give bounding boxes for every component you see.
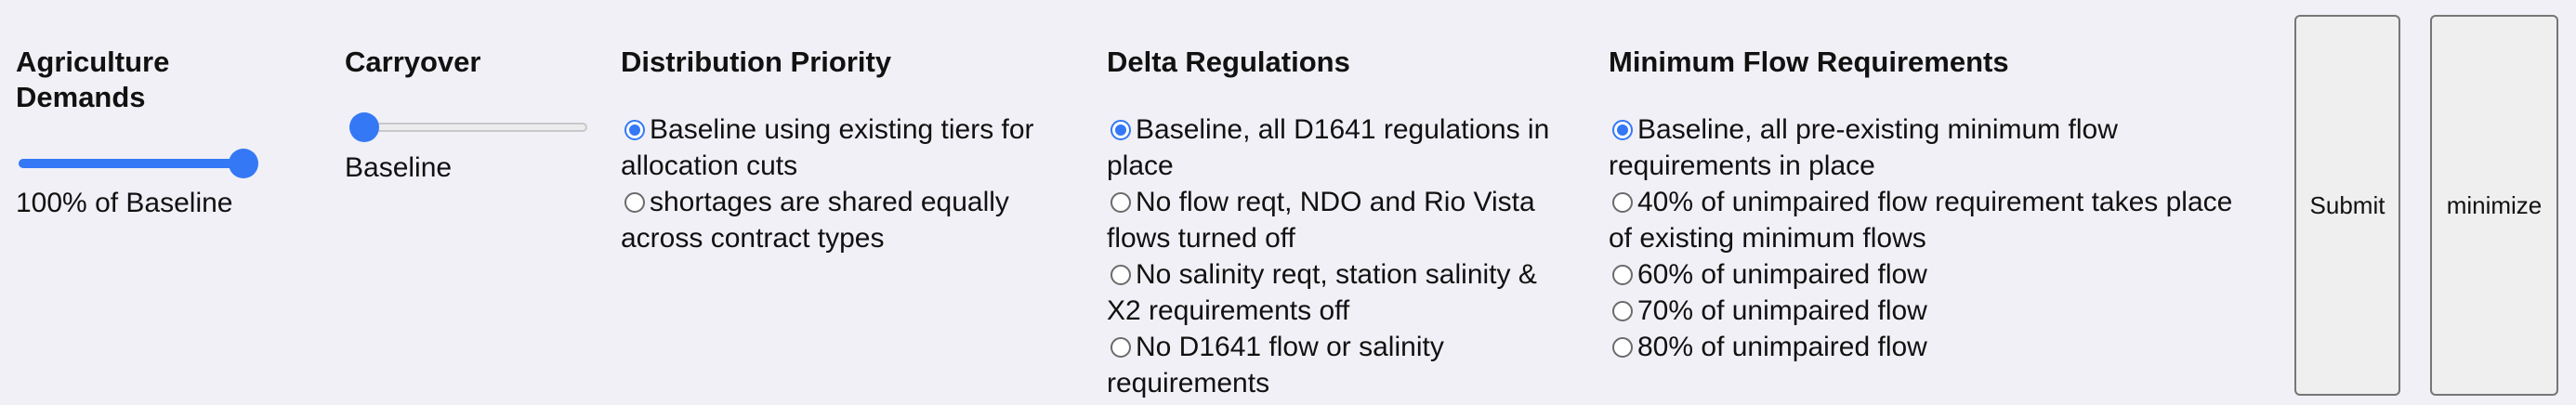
distribution-priority-group: Distribution Priority [621, 45, 891, 80]
distribution-priority-heading: Distribution Priority [621, 46, 892, 78]
agriculture-demands-value: 100% of Baseline [16, 188, 233, 218]
minimize-button[interactable]: minimize [2430, 15, 2558, 396]
carryover-value: Baseline [345, 152, 453, 183]
radio-label: 70% of unimpaired flow [1637, 295, 1927, 326]
delta-regulations-options: Baseline, all D1641 regulations in place… [1107, 111, 1571, 401]
radio-label: shortages are shared equally across cont… [621, 187, 1009, 254]
radio-option[interactable]: No D1641 flow or salinity requirements [1107, 329, 1571, 401]
distribution-priority-options: Baseline using existing tiers for alloca… [621, 111, 1067, 256]
radio-button[interactable] [1111, 337, 1131, 358]
minimum-flow-options: Baseline, all pre-existing minimum flow … [1609, 111, 2241, 365]
slider-thumb[interactable] [229, 149, 258, 178]
radio-label: No salinity reqt, station salinity & X2 … [1107, 259, 1537, 326]
radio-button[interactable] [1612, 337, 1633, 358]
radio-option[interactable]: 80% of unimpaired flow [1609, 329, 2241, 365]
radio-label: 40% of unimpaired flow requirement takes… [1609, 187, 2233, 254]
radio-label: 80% of unimpaired flow [1637, 332, 1927, 362]
minimum-flow-heading: Minimum Flow Requirements [1609, 46, 2009, 78]
radio-label: Baseline using existing tiers for alloca… [621, 114, 1034, 181]
radio-button[interactable] [1111, 192, 1131, 213]
radio-button[interactable] [1111, 265, 1131, 285]
agriculture-demands-group: Agriculture Demands [16, 45, 295, 115]
radio-label: Baseline, all D1641 regulations in place [1107, 114, 1550, 181]
radio-button[interactable] [1612, 120, 1633, 140]
carryover-slider[interactable] [349, 112, 587, 142]
radio-label: No flow reqt, NDO and Rio Vista flows tu… [1107, 187, 1535, 254]
radio-button[interactable] [1111, 120, 1131, 140]
radio-button[interactable] [1612, 265, 1633, 285]
radio-button[interactable] [624, 120, 645, 140]
radio-button[interactable] [1612, 301, 1633, 321]
radio-option[interactable]: 70% of unimpaired flow [1609, 293, 2241, 329]
radio-option[interactable]: Baseline using existing tiers for alloca… [621, 111, 1067, 184]
radio-label: Baseline, all pre-existing minimum flow … [1609, 114, 2118, 181]
slider-fill [19, 159, 243, 168]
radio-button[interactable] [624, 192, 645, 213]
radio-option[interactable]: shortages are shared equally across cont… [621, 184, 1067, 256]
delta-regulations-group: Delta Regulations [1107, 45, 1350, 80]
radio-option[interactable]: Baseline, all D1641 regulations in place [1107, 111, 1571, 184]
delta-regulations-heading: Delta Regulations [1107, 46, 1350, 78]
radio-option[interactable]: No salinity reqt, station salinity & X2 … [1107, 256, 1571, 329]
radio-option[interactable]: Baseline, all pre-existing minimum flow … [1609, 111, 2241, 184]
submit-button[interactable]: Submit [2294, 15, 2400, 396]
radio-option[interactable]: 60% of unimpaired flow [1609, 256, 2241, 293]
radio-button[interactable] [1612, 192, 1633, 213]
agriculture-demands-slider[interactable] [19, 149, 258, 178]
minimum-flow-group: Minimum Flow Requirements [1609, 45, 2009, 80]
radio-option[interactable]: No flow reqt, NDO and Rio Vista flows tu… [1107, 184, 1571, 256]
agriculture-demands-heading: Agriculture Demands [16, 46, 170, 113]
carryover-heading: Carryover [345, 46, 481, 78]
radio-label: No D1641 flow or salinity requirements [1107, 332, 1444, 398]
radio-option[interactable]: 40% of unimpaired flow requirement takes… [1609, 184, 2241, 256]
slider-thumb[interactable] [349, 112, 379, 142]
carryover-group: Carryover [345, 45, 480, 80]
slider-track [349, 123, 587, 132]
radio-label: 60% of unimpaired flow [1637, 259, 1927, 290]
